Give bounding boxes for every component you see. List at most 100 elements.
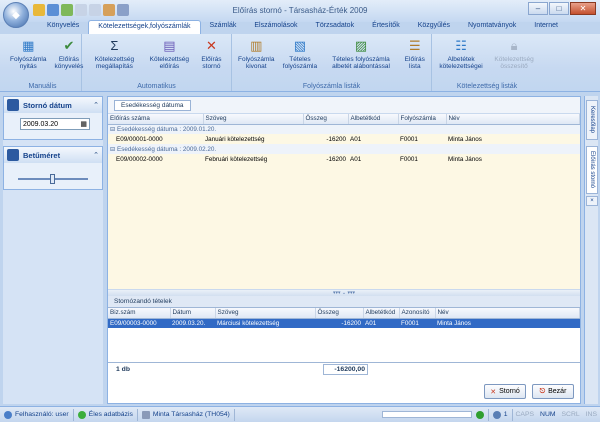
tab-nyomtatvanyok[interactable]: Nyomtatványok [459,20,525,34]
group-chip[interactable]: Esedékesség dátuma [114,100,191,111]
group-label: Kötelezettség listák [456,83,518,90]
bezar-button[interactable]: ⎋ Bezár [532,384,574,399]
maximize-button[interactable]: □ [549,2,569,15]
ribbon-tabs: Könyvelés Kötelezettségek,folyószámlák S… [0,20,600,34]
ledger-split-icon: ▨ [354,37,368,53]
font-size-panel: Betűméret ⌃ [3,146,103,190]
table-row[interactable]: E09/00002-0000 Februári kötelezettség -1… [108,154,580,164]
num-indicator: NUM [540,411,556,418]
col-header[interactable]: Azonosító [399,308,436,319]
status-database: Éles adatbázis [74,408,138,421]
col-header[interactable]: Albetétkód [348,114,399,125]
col-header[interactable]: Összeg [315,308,364,319]
exit-icon: ⎋ [539,387,546,395]
tab-keresolap[interactable]: Keresőlap [586,100,598,140]
tab-torzsadatok[interactable]: Törzsadatok [307,20,364,34]
cross-icon: ✕ [490,388,497,396]
document-user-icon: ▤ [163,37,176,53]
tab-konyveles[interactable]: Könyvelés [38,20,88,34]
col-header[interactable]: Szöveg [215,308,316,319]
list-icon: ☰ [408,37,421,53]
ribbon-group-manualis: ▦ Folyószámla nyitás ✔ Előírás könyvelés M… [4,34,83,91]
sidebar-close-icon[interactable]: × [586,196,598,206]
col-header[interactable]: Név [435,308,580,319]
col-header[interactable]: Albetétkód [363,308,400,319]
status-sessions: 1 [489,408,513,421]
right-sidebar: Keresőlap Előírás stornó × [584,96,598,404]
status-indicator [472,408,489,421]
group-label: Automatikus [137,83,176,90]
storno-items-grid: Biz.szám Dátum Szöveg Összeg Albetétkód … [108,308,580,362]
group-label: Folyószámla listák [302,83,361,90]
font-size-slider[interactable] [18,174,88,184]
tab-eloiras-storno[interactable]: Előírás stornó [586,146,598,194]
col-header[interactable]: Folyószámla [398,114,447,125]
col-header[interactable]: Előírás száma [108,114,204,125]
progress-bar [381,411,472,418]
caps-indicator: CAPS [515,411,535,418]
lock-icon: 🔒︎ [510,37,518,53]
status-bar: Felhasználó: user Éles adatbázis Minta T… [0,406,600,422]
people-icon [492,410,501,419]
collapse-icon[interactable]: ⌃ [93,151,99,159]
online-icon [475,410,484,419]
tab-szamlak[interactable]: Számlák [201,20,246,34]
ribbon-group-folyoszamla-listak: ▥ Folyószámla kivonat ▧ Tételes folyószáml… [232,34,432,91]
col-header[interactable]: Szöveg [203,114,304,125]
expand-icon[interactable]: ⊟ [110,126,117,133]
col-header[interactable]: Biz.szám [108,308,171,319]
statement-icon: ▥ [250,37,263,53]
tab-kozgyules[interactable]: Közgyűlés [409,20,459,34]
close-button[interactable]: ✕ [570,2,596,15]
col-header[interactable]: Dátum [170,308,216,319]
user-icon [4,410,12,419]
font-size-header[interactable]: Betűméret ⌃ [4,147,102,163]
expand-icon[interactable]: ⊟ [110,146,117,153]
book-check-icon: ✔ [63,37,75,53]
scrl-indicator: SCRL [561,411,580,418]
row-count: 1 db [116,366,130,373]
ins-indicator: INS [585,411,597,418]
tab-elszamolasok[interactable]: Elszámolások [245,20,306,34]
col-header[interactable]: Név [446,114,580,125]
calendar-picker-icon[interactable]: ▦ [80,120,87,128]
group-row[interactable]: ⊟ Esedékesség dátuma : 2009.01.20. [108,124,580,134]
storno-date-header[interactable]: Stornó dátum ⌃ [4,97,102,113]
account-open-icon: ▦ [22,37,35,53]
sum-icon: Σ [110,37,119,53]
left-panel: Stornó dátum ⌃ 2009.03.20 ▦ Betűméret ⌃ [3,96,103,404]
status-user: Felhasználó: user [0,408,74,421]
storno-items-title: Stornózandó tételek [108,296,580,308]
ledger-icon: ▧ [293,37,307,53]
tab-internet[interactable]: Internet [525,20,567,34]
tab-kotelezettsegek[interactable]: Kötelezettségek,folyószámlák [88,20,201,34]
collapse-icon[interactable]: ⌃ [93,101,99,109]
building-icon [141,410,150,419]
font-size-icon [7,149,19,161]
title-bar: Előírás stornó - Társasház-Érték 2009 – … [0,0,600,22]
storno-button[interactable]: ✕ Stornó [484,384,526,399]
storno-date-input[interactable]: 2009.03.20 ▦ [20,118,90,130]
calendar-icon [7,99,19,111]
storno-date-panel: Stornó dátum ⌃ 2009.03.20 ▦ [3,96,103,140]
group-label: Manuális [28,83,57,90]
selected-row[interactable]: E09/00003-0000 2009.03.20. Márciusi köte… [108,317,580,329]
status-house: Minta Társasház (TH054) [138,408,235,421]
ribbon: ▦ Folyószámla nyitás ✔ Előírás könyvelés M… [0,34,600,92]
ribbon-group-automatikus: Σ Kötelezettség megállapítás ▤ Kötelezetts… [82,34,232,91]
cross-icon: ✕ [205,37,217,53]
minimize-button[interactable]: – [528,2,548,15]
group-row[interactable]: ⊟ Esedékesség dátuma : 2009.02.20. [108,144,580,154]
slider-thumb[interactable] [50,174,56,184]
window-title: Előírás stornó - Társasház-Érték 2009 [232,6,368,15]
database-icon [77,410,86,419]
list-details-icon: ☷ [455,37,467,53]
summary-footer: 1 db -16200,00 [108,362,580,376]
total-sum: -16200,00 [323,364,368,375]
col-header[interactable]: Összeg [303,114,349,125]
tab-ertesitok[interactable]: Értesítők [363,20,409,34]
main-panel: Esedékesség dátuma Előírás száma Szöveg … [107,96,581,404]
table-row[interactable]: E09/00001-0000 Januári kötelezettség -16… [108,134,580,144]
application-menu-button[interactable]: ◆ [3,2,29,28]
group-by-bar: Esedékesség dátuma [108,97,580,114]
